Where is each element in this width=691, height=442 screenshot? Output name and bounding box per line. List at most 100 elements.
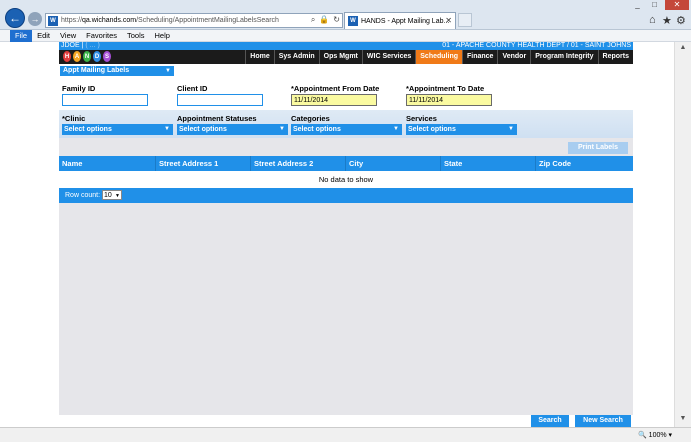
row-count-label: Row count: xyxy=(65,192,101,199)
logo-letter: N xyxy=(83,51,91,62)
chevron-down-icon: ▼ xyxy=(164,126,170,132)
logo-letter: A xyxy=(73,51,81,62)
address-bar[interactable]: W https://qa.wichands.com/Scheduling/App… xyxy=(45,13,343,28)
nav-bar: H A N D S Home Sys Admin Ops Mgmt WIC Se… xyxy=(59,50,633,64)
new-tab-button[interactable] xyxy=(458,13,472,27)
url-path: /Scheduling/AppointmentMailingLabelsSear… xyxy=(136,17,279,24)
to-date-input[interactable]: 11/11/2014 xyxy=(406,94,492,106)
family-id-input[interactable] xyxy=(62,94,148,106)
site-favicon-icon: W xyxy=(48,15,58,26)
clinic-value: Select options xyxy=(64,126,112,133)
scroll-down-icon[interactable]: ▼ xyxy=(678,415,688,425)
home-icon[interactable]: ⌂ xyxy=(649,14,656,26)
forward-arrow-icon[interactable]: → xyxy=(28,12,42,26)
hands-app: JDOE | ( ... ) 01 - APACHE COUNTY HEALTH… xyxy=(59,42,633,427)
menu-tools[interactable]: Tools xyxy=(122,30,150,42)
menu-view[interactable]: View xyxy=(55,30,81,42)
window-minimize-button[interactable]: _ xyxy=(630,0,645,10)
browser-tab[interactable]: W HANDS - Appt Mailing Lab... ✕ xyxy=(344,12,456,29)
from-date-input[interactable]: 11/11/2014 xyxy=(291,94,377,106)
from-date-label: *Appointment From Date xyxy=(291,84,380,93)
tab-title: HANDS - Appt Mailing Lab... xyxy=(361,17,450,25)
search-button[interactable]: Search xyxy=(531,415,569,427)
row-count-select[interactable]: 10 ▼ xyxy=(101,190,122,201)
services-label: Services xyxy=(406,114,437,123)
categories-multiselect[interactable]: Select options ▼ xyxy=(291,124,402,135)
client-id-label: Client ID xyxy=(177,84,208,93)
settings-gear-icon[interactable]: ⚙ xyxy=(676,14,686,27)
page-selector-dropdown[interactable]: Appt Mailing Labels ▼ xyxy=(60,66,174,76)
department-label: 01 - APACHE COUNTY HEALTH DEPT / 01 - SA… xyxy=(442,42,631,49)
browser-toolbar: ← → W https://qa.wichands.com/Scheduling… xyxy=(0,0,691,30)
menu-file[interactable]: File xyxy=(10,29,33,42)
user-name[interactable]: JDOE | xyxy=(61,42,83,49)
main-nav: Home Sys Admin Ops Mgmt WIC Services Sch… xyxy=(245,50,633,64)
nav-reports[interactable]: Reports xyxy=(597,50,633,64)
column-header-name[interactable]: Name xyxy=(59,156,156,171)
column-header-state[interactable]: State xyxy=(441,156,536,171)
url-host: qa.wichands.com xyxy=(82,17,137,24)
app-header: JDOE | ( ... ) 01 - APACHE COUNTY HEALTH… xyxy=(59,42,633,50)
favorites-star-icon[interactable]: ★ xyxy=(662,14,672,27)
nav-scheduling[interactable]: Scheduling xyxy=(415,50,462,64)
hands-logo: H A N D S xyxy=(63,51,111,62)
nav-finance[interactable]: Finance xyxy=(462,50,497,64)
logo-letter: S xyxy=(103,51,111,62)
nav-vendor[interactable]: Vendor xyxy=(497,50,530,64)
categories-value: Select options xyxy=(293,126,341,133)
clinic-multiselect[interactable]: Select options ▼ xyxy=(62,124,173,135)
scroll-up-icon[interactable]: ▲ xyxy=(678,44,688,54)
page-viewport: JDOE | ( ... ) 01 - APACHE COUNTY HEALTH… xyxy=(0,42,691,427)
column-header-zip[interactable]: Zip Code xyxy=(536,156,633,171)
nav-program-integrity[interactable]: Program Integrity xyxy=(530,50,597,64)
zoom-value: 100% xyxy=(648,432,667,439)
column-header-city[interactable]: City xyxy=(346,156,441,171)
back-arrow-icon[interactable]: ← xyxy=(5,8,25,28)
tab-close-icon[interactable]: ✕ xyxy=(445,16,452,25)
client-id-input[interactable] xyxy=(177,94,263,106)
user-extra: ( ... ) xyxy=(85,42,100,49)
results-grid-header: Name Street Address 1 Street Address 2 C… xyxy=(59,156,633,171)
lock-icon[interactable]: 🔒 xyxy=(319,15,329,25)
grid-empty-message: No data to show xyxy=(59,171,633,188)
chevron-down-icon: ▼ xyxy=(279,126,285,132)
statuses-label: Appointment Statuses xyxy=(177,114,257,123)
search-form-row-2: *Clinic Select options ▼ Appointment Stat… xyxy=(59,110,633,138)
services-value: Select options xyxy=(408,126,456,133)
vertical-scrollbar[interactable]: ▲ ▼ xyxy=(674,42,691,427)
statuses-multiselect[interactable]: Select options ▼ xyxy=(177,124,288,135)
chevron-down-icon: ▼ xyxy=(508,126,514,132)
column-header-street-2[interactable]: Street Address 2 xyxy=(251,156,346,171)
print-labels-button[interactable]: Print Labels xyxy=(568,142,628,154)
statuses-value: Select options xyxy=(179,126,227,133)
column-header-street-1[interactable]: Street Address 1 xyxy=(156,156,251,171)
new-search-button[interactable]: New Search xyxy=(575,415,631,427)
nav-home[interactable]: Home xyxy=(245,50,273,64)
search-form-row-1: Family ID Client ID *Appointment From Da… xyxy=(59,78,633,110)
chevron-down-icon: ▼ xyxy=(115,193,120,200)
browser-menu-bar: File Edit View Favorites Tools Help xyxy=(0,29,691,42)
menu-help[interactable]: Help xyxy=(150,30,175,42)
zoom-level[interactable]: 🔍 100% ▾ xyxy=(638,431,672,439)
refresh-icon[interactable]: ↻ xyxy=(333,15,340,25)
nav-wic-services[interactable]: WIC Services xyxy=(361,50,415,64)
menu-favorites[interactable]: Favorites xyxy=(81,30,122,42)
nav-ops-mgmt[interactable]: Ops Mgmt xyxy=(318,50,362,64)
clinic-label: *Clinic xyxy=(62,114,86,123)
to-date-label: *Appointment To Date xyxy=(406,84,485,93)
logo-letter: D xyxy=(93,51,101,62)
url-prefix: https:// xyxy=(61,17,83,24)
nav-sys-admin[interactable]: Sys Admin xyxy=(273,50,319,64)
logo-letter: H xyxy=(63,51,71,62)
search-icon[interactable]: ⌕ xyxy=(311,15,315,25)
window-maximize-button[interactable]: □ xyxy=(647,0,662,10)
window-close-button[interactable]: ✕ xyxy=(665,0,689,10)
menu-edit[interactable]: Edit xyxy=(32,30,55,42)
categories-label: Categories xyxy=(291,114,330,123)
grid-footer: Row count: 10 ▼ xyxy=(59,188,633,203)
browser-status-bar: 🔍 100% ▾ xyxy=(0,427,691,442)
services-multiselect[interactable]: Select options ▼ xyxy=(406,124,517,135)
family-id-label: Family ID xyxy=(62,84,96,93)
chevron-down-icon: ▼ xyxy=(165,68,171,74)
page-selector-label: Appt Mailing Labels xyxy=(63,67,130,74)
